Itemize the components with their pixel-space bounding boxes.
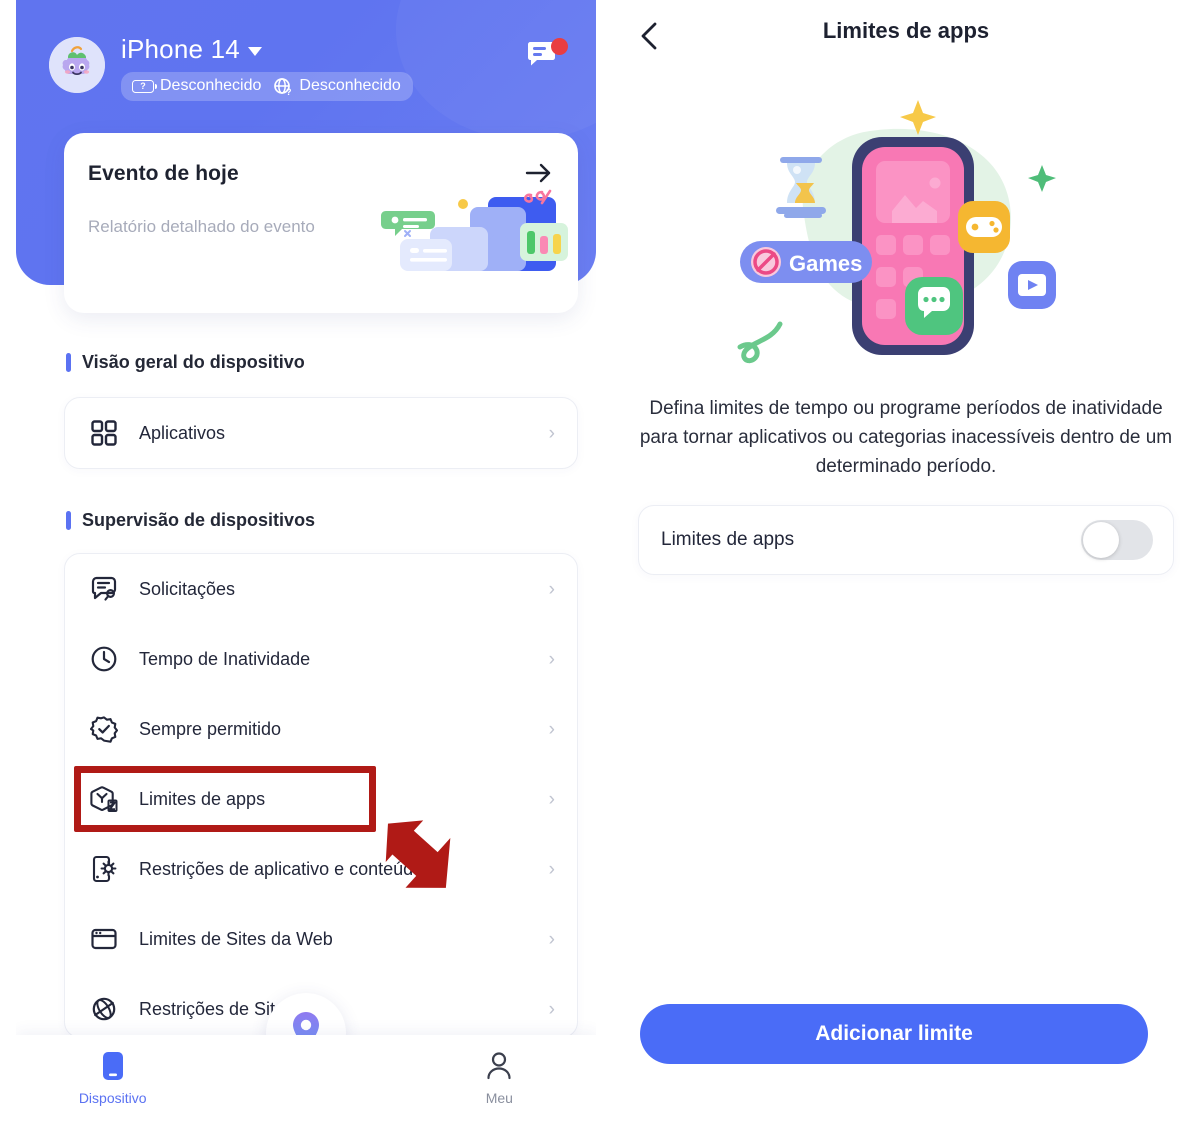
page-description: Defina limites de tempo ou programe perí…: [639, 398, 1173, 477]
section-accent-bar: [66, 511, 71, 530]
sidebar-item-limites-de-apps[interactable]: Limites de apps ›: [65, 764, 577, 834]
games-badge-label: Games: [789, 251, 862, 276]
badge-check-icon: [89, 714, 119, 744]
toggle-row-label: Limites de apps: [661, 529, 795, 550]
message-button[interactable]: [526, 38, 568, 80]
app-screenshot: iPhone 14 ? Desconhecido ? Desconhecido …: [0, 0, 1200, 1141]
supervision-group-card: Solicitações › Tempo de Inatividade › Se…: [64, 553, 578, 1038]
device-status-badges: ? Desconhecido ? Desconhecido: [121, 72, 413, 101]
chevron-right-icon: ›: [548, 788, 555, 810]
sidebar-item-restricoes-aplicativo-conteudo[interactable]: Restrições de aplicativo e conteúdo ›: [65, 834, 577, 904]
chevron-right-icon: ›: [548, 718, 555, 740]
no-globe-icon: [89, 994, 119, 1024]
sidebar-item-label: Limites de apps: [139, 788, 266, 809]
avatar[interactable]: [49, 37, 105, 93]
browser-icon: [89, 924, 119, 954]
svg-text:?: ?: [286, 87, 292, 96]
chevron-down-icon: [247, 46, 262, 56]
bottom-navigation: Dispositivo Meu: [16, 1035, 596, 1141]
sidebar-item-label: Solicitações: [139, 578, 236, 599]
sidebar-item-aplicativos[interactable]: Aplicativos ›: [65, 398, 577, 468]
message-icon: [528, 42, 555, 66]
overview-group-card: Aplicativos ›: [64, 397, 578, 469]
battery-status-label: Desconhecido: [160, 77, 262, 94]
app-limits-toggle-row[interactable]: Limites de apps: [638, 505, 1174, 575]
app-limits-illustration: Games: [732, 95, 1082, 370]
sidebar-item-limites-sites-web[interactable]: Limites de Sites da Web ›: [65, 904, 577, 974]
sidebar-item-label: Sempre permitido: [139, 718, 282, 739]
sidebar-item-solicitacoes[interactable]: Solicitações ›: [65, 554, 577, 624]
battery-status-badge: ? Desconhecido: [132, 76, 261, 96]
toggle-knob: [1083, 522, 1119, 558]
chevron-right-icon: ›: [548, 578, 555, 600]
section-header-overview: Visão geral do dispositivo: [66, 352, 305, 373]
network-status-badge: ? Desconhecido: [273, 76, 401, 96]
chevron-right-icon: ›: [548, 422, 555, 444]
detail-header: Limites de apps: [612, 0, 1200, 70]
app-limit-icon: [89, 784, 119, 814]
chevron-right-icon: ›: [548, 648, 555, 670]
network-unknown-icon: ?: [274, 78, 292, 96]
device-name: iPhone 14: [121, 34, 240, 64]
device-icon: [102, 1052, 123, 1080]
arrow-right-icon[interactable]: [524, 161, 554, 190]
event-card-subtitle: Relatório detalhado do evento: [88, 217, 315, 236]
today-event-card[interactable]: Evento de hoje Relatório detalhado do ev…: [64, 133, 578, 313]
right-detail-panel: Limites de apps Games Defina limites de …: [612, 0, 1200, 1141]
device-summary: iPhone 14 ? Desconhecido ? Desconhecido: [49, 34, 568, 110]
sidebar-item-sempre-permitido[interactable]: Sempre permitido ›: [65, 694, 577, 764]
left-device-panel: iPhone 14 ? Desconhecido ? Desconhecido …: [16, 0, 596, 1141]
page-title: Limites de apps: [822, 18, 990, 43]
sidebar-item-label: Restrições de Sites: [139, 998, 295, 1019]
battery-unknown-icon: ?: [132, 79, 158, 93]
sidebar-item-label: Limites de Sites da Web: [139, 928, 333, 949]
chevron-right-icon: ›: [548, 998, 555, 1020]
event-illustration: [370, 189, 570, 289]
event-card-title: Evento de hoje: [88, 162, 239, 185]
device-name-selector[interactable]: iPhone 14: [121, 34, 568, 64]
section-title: Supervisão de dispositivos: [82, 510, 316, 530]
nav-tab-meu[interactable]: Meu: [403, 1051, 596, 1106]
section-header-supervision: Supervisão de dispositivos: [66, 510, 315, 531]
add-limit-button[interactable]: Adicionar limite: [640, 1004, 1148, 1064]
grid-apps-icon: [89, 418, 119, 448]
person-icon: [487, 1052, 511, 1080]
nav-tab-dispositivo[interactable]: Dispositivo: [16, 1051, 209, 1106]
section-title: Visão geral do dispositivo: [82, 352, 305, 372]
nav-label: Dispositivo: [78, 1090, 147, 1106]
nav-label: Meu: [485, 1090, 513, 1106]
network-status-label: Desconhecido: [299, 77, 401, 94]
sidebar-item-label: Tempo de Inatividade: [139, 648, 311, 669]
section-accent-bar: [66, 353, 71, 372]
app-limits-toggle-switch[interactable]: [1081, 520, 1153, 560]
chevron-right-icon: ›: [548, 928, 555, 950]
sidebar-item-tempo-inatividade[interactable]: Tempo de Inatividade ›: [65, 624, 577, 694]
device-info-block: iPhone 14 ? Desconhecido ? Desconhecido: [121, 34, 568, 101]
clock-icon: [89, 644, 119, 674]
unread-badge-dot: [551, 38, 568, 55]
grape-character-avatar-icon: [49, 37, 105, 93]
chevron-right-icon: ›: [548, 858, 555, 880]
device-settings-icon: [89, 854, 119, 884]
sidebar-item-label: Restrições de aplicativo e conteúdo: [139, 858, 424, 879]
requests-icon: [89, 574, 119, 604]
sidebar-item-label: Aplicativos: [139, 422, 226, 443]
